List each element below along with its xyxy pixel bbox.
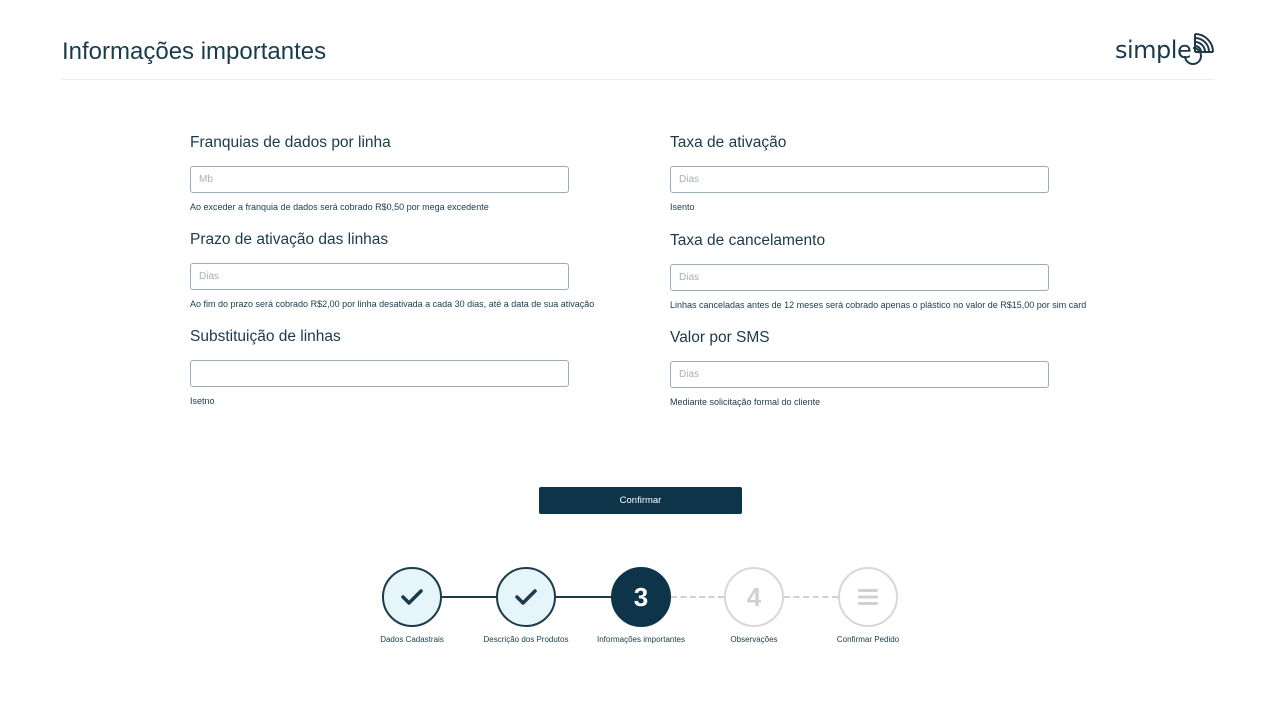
page-title: Informações importantes [62,38,327,65]
step-circle: 4 [724,567,784,627]
valor-sms-label: Valor por SMS [670,329,770,346]
taxa-cancelamento-hint: Linhas canceladas antes de 12 meses será… [670,300,1087,310]
confirm-button[interactable]: Confirmar [539,487,742,514]
franquias-label: Franquias de dados por linha [190,134,391,151]
substituicao-input[interactable] [190,360,569,387]
check-icon [401,589,423,605]
step-descricao-produtos[interactable]: Descrição dos Produtos [471,567,581,644]
step-circle: 3 [611,567,671,627]
prazo-input[interactable] [190,263,569,290]
field-taxa-cancelamento: Taxa de cancelamento Linhas canceladas a… [670,232,1090,310]
taxa-cancelamento-label: Taxa de cancelamento [670,232,826,249]
substituicao-hint: Isetno [190,396,215,406]
step-confirmar-pedido[interactable]: Confirmar Pedido [813,567,923,644]
step-circle [838,567,898,627]
step-dados-cadastrais[interactable]: Dados Cadastrais [357,567,467,644]
step-informacoes-importantes[interactable]: 3 Informações importantes [586,567,696,644]
valor-sms-hint: Mediante solicitação formal do cliente [670,397,821,407]
logo-text: simple [1115,36,1192,64]
taxa-cancelamento-input[interactable] [670,264,1049,291]
franquias-input[interactable] [190,166,569,193]
field-taxa-ativacao: Taxa de ativação Isento [670,134,1090,212]
step-label: Confirmar Pedido [836,635,900,644]
taxa-ativacao-label: Taxa de ativação [670,134,787,151]
valor-sms-input[interactable] [670,361,1049,388]
logo: simple [1115,30,1215,72]
step-circle [382,567,442,627]
progress-stepper: Dados Cadastrais Descrição dos Produtos … [0,560,1280,660]
step-label: Descrição dos Produtos [483,635,569,644]
step-label: Informações importantes [596,635,686,644]
prazo-label: Prazo de ativação das linhas [190,231,389,248]
franquias-hint: Ao exceder a franquia de dados será cobr… [190,202,489,212]
taxa-ativacao-hint: Isento [670,202,695,212]
step-label: Observações [730,635,778,644]
step-observacoes[interactable]: 4 Observações [699,567,809,644]
list-icon [858,589,878,605]
signal-logo-icon [1184,33,1214,65]
substituicao-label: Substituição de linhas [190,328,341,345]
prazo-hint: Ao fim do prazo será cobrado R$2,00 por … [190,299,595,309]
field-franquias: Franquias de dados por linha Ao exceder … [190,134,610,212]
field-valor-sms: Valor por SMS Mediante solicitação forma… [670,329,1090,407]
step-label: Dados Cadastrais [380,635,444,644]
step-circle [496,567,556,627]
check-icon [515,589,537,605]
field-substituicao: Substituição de linhas Isetno [190,328,610,406]
header: Informações importantes simple [62,0,1215,80]
field-prazo: Prazo de ativação das linhas Ao fim do p… [190,231,610,309]
taxa-ativacao-input[interactable] [670,166,1049,193]
